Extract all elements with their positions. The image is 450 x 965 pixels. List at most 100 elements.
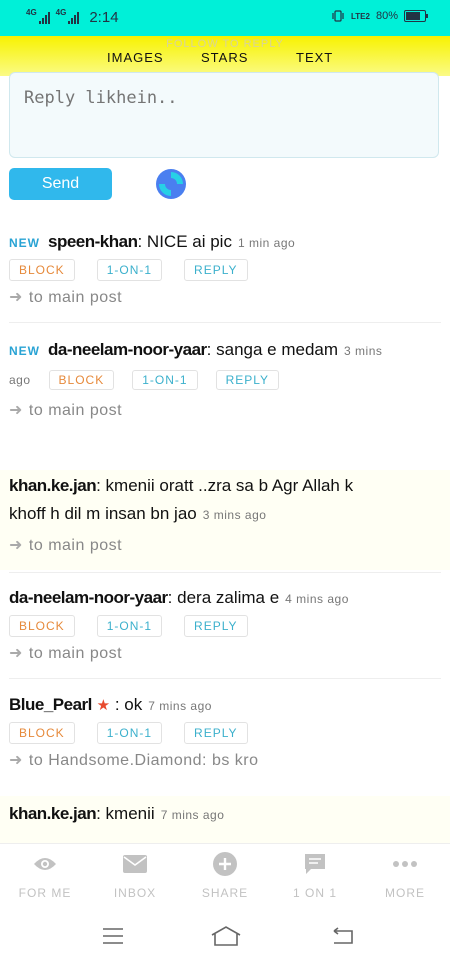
to-main-post-link[interactable]: ➜ to main post bbox=[9, 400, 441, 420]
comment-item: Blue_Pearl ★ : ok 7 mins ago BLOCK 1-ON-1… bbox=[0, 691, 450, 770]
nav-label: SHARE bbox=[201, 886, 249, 900]
comment-line: NEW da-neelam-noor-yaar: sanga e medam 3 m… bbox=[9, 336, 441, 365]
status-bar: 4G 4G 2:14 LTE2 80% bbox=[0, 0, 450, 36]
username-link[interactable]: da-neelam-noor-yaar bbox=[9, 588, 168, 607]
nav-one-on-one[interactable]: 1 ON 1 bbox=[280, 852, 350, 900]
one-on-one-button[interactable]: 1-ON-1 bbox=[96, 615, 163, 637]
block-button[interactable]: BLOCK bbox=[9, 722, 75, 744]
to-target-link[interactable]: ➜ to Handsome.Diamond: bs kro bbox=[9, 750, 441, 770]
nav-label: INBOX bbox=[113, 886, 157, 900]
loading-spinner-icon bbox=[156, 169, 186, 199]
comment-item: da-neelam-noor-yaar: dera zalima e 4 mins… bbox=[0, 584, 450, 663]
arrow-right-icon: ➜ bbox=[9, 645, 23, 662]
status-left: 4G 4G 2:14 bbox=[26, 8, 119, 26]
comment-time: 1 min ago bbox=[237, 236, 296, 250]
comment-line: Blue_Pearl ★ : ok 7 mins ago bbox=[9, 691, 441, 720]
reply-input[interactable] bbox=[22, 87, 430, 109]
username-link[interactable]: khan.ke.jan bbox=[9, 804, 97, 823]
comment-item: khan.ke.jan: kmenii 7 mins ago bbox=[0, 796, 450, 843]
one-on-one-button[interactable]: 1-ON-1 bbox=[96, 259, 163, 281]
comment-line-2: ago BLOCK 1-ON-1 REPLY bbox=[9, 365, 441, 394]
username-link[interactable]: Blue_Pearl bbox=[9, 695, 92, 714]
comment-text-cont: khoff h dil m insan bn jao bbox=[9, 504, 197, 523]
comment-time: 4 mins ago bbox=[285, 592, 349, 606]
username-link[interactable]: da-neelam-noor-yaar bbox=[48, 340, 207, 359]
new-badge: NEW bbox=[9, 344, 40, 358]
chat-icon bbox=[305, 854, 325, 874]
action-buttons: BLOCK 1-ON-1 REPLY bbox=[9, 615, 441, 637]
arrow-right-icon: ➜ bbox=[9, 752, 23, 769]
vibrate-icon bbox=[332, 10, 344, 22]
network-1-label: 4G bbox=[26, 8, 37, 17]
reply-button[interactable]: REPLY bbox=[184, 259, 248, 281]
status-right: LTE2 80% bbox=[331, 10, 428, 22]
block-button[interactable]: BLOCK bbox=[48, 369, 115, 390]
block-button[interactable]: BLOCK bbox=[9, 615, 75, 637]
eye-icon bbox=[34, 858, 56, 870]
one-on-one-button[interactable]: 1-ON-1 bbox=[96, 722, 163, 744]
comment-item: khan.ke.jan: kmenii oratt ..zra sa b Agr… bbox=[0, 470, 450, 570]
header-tabs: FOLLOW TO REPLY IMAGES STARS TEXT bbox=[0, 36, 450, 76]
signal-2-icon bbox=[68, 11, 80, 24]
comment-line: NEW speen-khan: NICE ai pic 1 min ago bbox=[9, 228, 441, 257]
to-main-post-link[interactable]: ➜ to main post bbox=[9, 287, 441, 307]
nav-inbox[interactable]: INBOX bbox=[100, 852, 170, 900]
comment-time: 7 mins ago bbox=[148, 699, 212, 713]
target-text: to Handsome.Diamond: bs kro bbox=[28, 752, 259, 769]
comment-line-2: khoff h dil m insan bn jao 3 mins ago bbox=[9, 500, 441, 529]
more-dots-icon bbox=[393, 861, 417, 867]
comment-text: : ok bbox=[114, 695, 143, 714]
star-icon: ★ bbox=[96, 697, 111, 714]
divider bbox=[9, 322, 441, 323]
block-button[interactable]: BLOCK bbox=[9, 259, 75, 281]
home-icon[interactable] bbox=[210, 925, 242, 947]
battery-icon bbox=[404, 10, 428, 22]
nav-more[interactable]: MORE bbox=[370, 852, 440, 900]
comment-line: khan.ke.jan: kmenii 7 mins ago bbox=[9, 800, 441, 829]
comment-item: NEW da-neelam-noor-yaar: sanga e medam 3 m… bbox=[0, 336, 450, 420]
bottom-navigation: FOR ME INBOX SHARE 1 ON 1 MORE bbox=[0, 843, 450, 906]
reply-button[interactable]: REPLY bbox=[215, 369, 280, 390]
nav-share[interactable]: SHARE bbox=[190, 852, 260, 900]
target-text: to main post bbox=[28, 645, 123, 662]
one-on-one-button[interactable]: 1-ON-1 bbox=[132, 369, 198, 390]
comment-item: NEW speen-khan: NICE ai pic 1 min ago BLOC… bbox=[0, 228, 450, 307]
arrow-right-icon: ➜ bbox=[9, 289, 23, 306]
comment-line: da-neelam-noor-yaar: dera zalima e 4 mins… bbox=[9, 584, 441, 613]
to-main-post-link[interactable]: ➜ to main post bbox=[9, 535, 441, 555]
comment-text: : sanga e medam bbox=[206, 340, 339, 359]
back-icon[interactable] bbox=[330, 927, 354, 945]
comment-time: 3 mins bbox=[344, 344, 383, 358]
reply-box bbox=[9, 72, 439, 158]
target-text: to main post bbox=[28, 289, 123, 306]
username-link[interactable]: speen-khan bbox=[48, 232, 138, 251]
arrow-right-icon: ➜ bbox=[9, 537, 23, 554]
comment-time: 7 mins ago bbox=[160, 808, 225, 822]
comment-text: : dera zalima e bbox=[167, 588, 280, 607]
status-time: 2:14 bbox=[89, 9, 119, 26]
menu-icon[interactable] bbox=[102, 927, 124, 945]
nav-for-me[interactable]: FOR ME bbox=[10, 852, 80, 900]
plus-circle-icon bbox=[213, 852, 237, 876]
tab-stars[interactable]: STARS bbox=[201, 50, 248, 65]
comment-time-cont: ago bbox=[9, 373, 31, 387]
reply-button[interactable]: REPLY bbox=[184, 722, 248, 744]
action-buttons: BLOCK 1-ON-1 REPLY bbox=[9, 259, 441, 281]
nav-label: 1 ON 1 bbox=[292, 886, 337, 900]
username-link[interactable]: khan.ke.jan bbox=[9, 476, 97, 495]
comment-text: : kmenii oratt ..zra sa b Agr Allah k bbox=[96, 476, 354, 495]
new-badge: NEW bbox=[9, 236, 40, 250]
nav-label: FOR ME bbox=[18, 886, 72, 900]
send-button[interactable]: Send bbox=[9, 168, 112, 200]
divider bbox=[9, 678, 441, 679]
tab-text[interactable]: TEXT bbox=[296, 50, 333, 65]
comment-text: : kmenii bbox=[96, 804, 155, 823]
reply-button[interactable]: REPLY bbox=[184, 615, 248, 637]
system-navigation bbox=[0, 905, 450, 965]
signal-1-icon bbox=[38, 11, 50, 24]
comment-text: : NICE ai pic bbox=[137, 232, 232, 251]
to-main-post-link[interactable]: ➜ to main post bbox=[9, 643, 441, 663]
tab-images[interactable]: IMAGES bbox=[107, 50, 164, 65]
comment-line: khan.ke.jan: kmenii oratt ..zra sa b Agr… bbox=[9, 472, 441, 500]
follow-to-reply-label: FOLLOW TO REPLY bbox=[166, 38, 284, 50]
